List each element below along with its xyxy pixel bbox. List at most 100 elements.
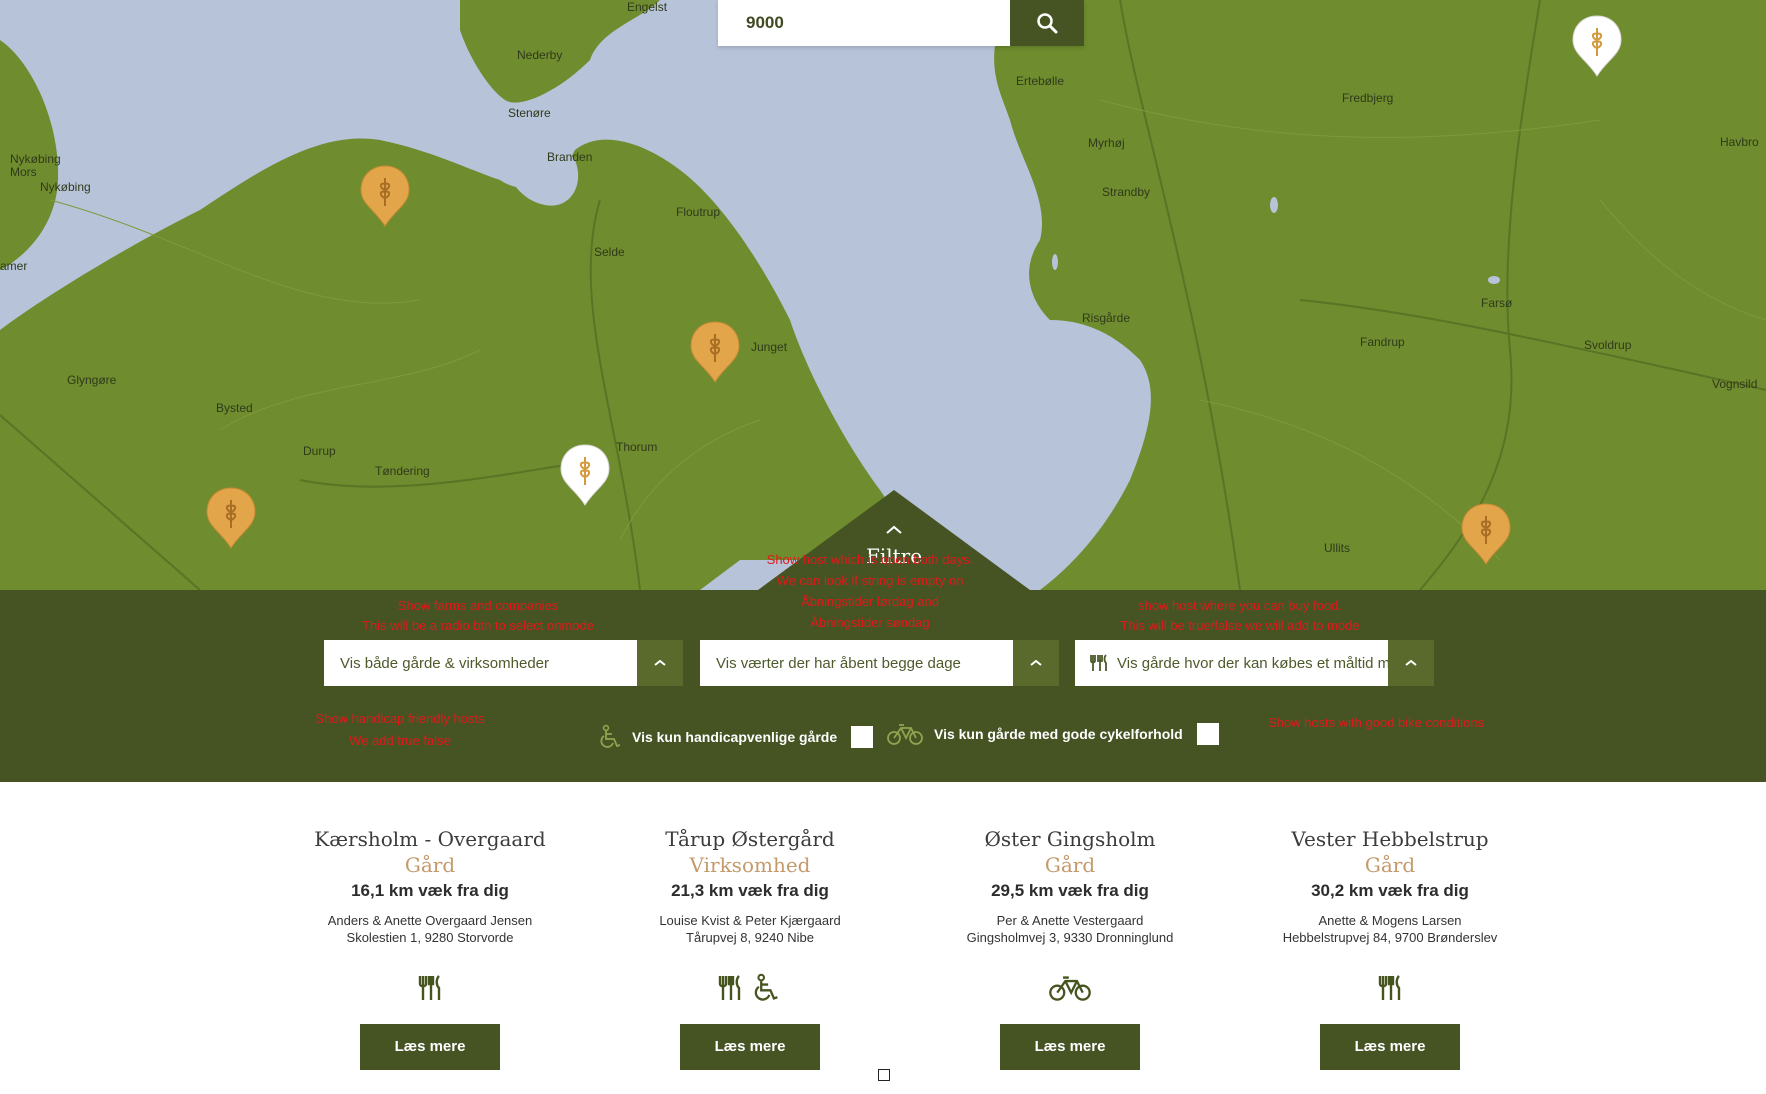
search-bar — [718, 0, 1084, 46]
place-label: Floutrup — [676, 205, 721, 219]
place-label: Nykøbing Mors — [10, 152, 61, 179]
result-address: Gingsholmvej 3, 9330 Dronninglund — [966, 930, 1174, 945]
read-more-button[interactable]: Læs mere — [1000, 1024, 1140, 1070]
cutlery-icon — [418, 975, 441, 1000]
map-pin[interactable] — [355, 162, 415, 232]
place-label: Myrhøj — [1088, 136, 1125, 150]
wheelchair-icon — [754, 973, 778, 1001]
cutlery-icon — [1378, 975, 1401, 1000]
result-address: Hebbelstrupvej 84, 9700 Brønderslev — [1282, 930, 1498, 945]
result-distance: 21,3 km væk fra dig — [671, 881, 829, 900]
annotation-note: This will be true/false we will add to m… — [1120, 618, 1360, 633]
place-label: Stenøre — [508, 106, 551, 120]
result-owner: Per & Anette Vestergaard — [996, 913, 1144, 928]
cutlery-icon — [1090, 654, 1107, 671]
result-name: Øster Gingsholm — [984, 827, 1156, 851]
select-open-days[interactable]: Vis værter der har åbent begge dage — [700, 640, 1059, 686]
result-type: Gård — [404, 853, 456, 877]
result-distance: 16,1 km væk fra dig — [351, 881, 509, 900]
place-label: Junget — [751, 340, 788, 354]
search-icon — [1037, 13, 1058, 34]
select-food-toggle[interactable] — [1388, 640, 1434, 686]
place-label: Risgårde — [1082, 311, 1131, 325]
search-input[interactable] — [718, 0, 1010, 46]
place-label: Ullits — [1324, 541, 1350, 555]
place-label: Branden — [547, 150, 593, 164]
annotation-note: Åbningstider søndag — [810, 615, 930, 630]
map-pin[interactable] — [685, 318, 745, 388]
select-food[interactable]: Vis gårde hvor der kan købes et måltid m… — [1075, 640, 1434, 686]
annotation-note: We can look if string is empty on — [776, 573, 964, 588]
result-card: Kærsholm - Overgaard Gård 16,1 km væk fr… — [280, 826, 580, 1070]
annotation-note: Show hosts with good bike conditions — [1267, 715, 1485, 730]
result-icons — [920, 968, 1220, 1008]
result-card: Øster Gingsholm Gård 29,5 km væk fra dig… — [920, 826, 1220, 1070]
place-label: amer — [0, 259, 28, 273]
bike-filter: Vis kun gårde med gode cykelforhold — [886, 722, 1219, 746]
annotation-note: Show host which is open both days. — [766, 552, 974, 567]
bike-filter-label: Vis kun gårde med gode cykelforhold — [934, 726, 1183, 742]
result-owner: Anders & Anette Overgaard Jensen — [327, 913, 533, 928]
read-more-button[interactable]: Læs mere — [1320, 1024, 1460, 1070]
map[interactable]: Engelst Nederby Stenøre Branden Nykøbing… — [0, 0, 1766, 590]
result-distance: 29,5 km væk fra dig — [991, 881, 1149, 900]
annotation-note: Show handicap friendly hosts — [315, 711, 485, 726]
select-host-type-value: Vis både gårde & virksomheder — [340, 654, 550, 672]
result-address: Skolestien 1, 9280 Storvorde — [346, 930, 514, 945]
place-label: Svoldrup — [1584, 338, 1632, 352]
result-card: Tårup Østergård Virksomhed 21,3 km væk f… — [600, 826, 900, 1070]
result-icons — [600, 968, 900, 1008]
bike-checkbox[interactable] — [1196, 723, 1219, 745]
handicap-filter: Vis kun handicapvenlige gårde — [598, 724, 874, 750]
result-distance: 30,2 km væk fra dig — [1311, 881, 1469, 900]
map-pin[interactable] — [201, 484, 261, 554]
annotation-note: We add true false — [349, 733, 451, 748]
place-label: Tøndering — [375, 464, 430, 478]
search-button[interactable] — [1010, 0, 1084, 46]
map-pin[interactable] — [1456, 500, 1516, 570]
read-more-button[interactable]: Læs mere — [680, 1024, 820, 1070]
map-pin[interactable] — [555, 441, 615, 511]
place-label: Durup — [303, 444, 336, 458]
place-label: Bysted — [216, 401, 253, 415]
place-label: Fredbjerg — [1342, 91, 1394, 105]
handicap-filter-label: Vis kun handicapvenlige gårde — [632, 729, 838, 745]
annotation-note: This will be a radio btn to select onmod… — [362, 618, 594, 633]
cutlery-icon — [718, 975, 741, 1000]
bicycle-icon — [1049, 976, 1091, 1001]
place-label: Ertebølle — [1016, 74, 1065, 88]
chevron-up-icon — [1405, 659, 1417, 666]
result-name: Kærsholm - Overgaard — [314, 827, 546, 851]
read-more-button[interactable]: Læs mere — [360, 1024, 500, 1070]
place-label: Nederby — [517, 48, 563, 62]
result-owner: Louise Kvist & Peter Kjærgaard — [659, 913, 841, 928]
place-label: Farsø — [1481, 296, 1513, 310]
bicycle-icon — [887, 724, 923, 745]
place-label: Thorum — [616, 440, 658, 454]
place-label: Selde — [594, 245, 625, 259]
select-host-type-toggle[interactable] — [637, 640, 683, 686]
result-owner: Anette & Mogens Larsen — [1318, 913, 1462, 928]
map-pin[interactable] — [1567, 12, 1627, 82]
result-type: Virksomhed — [689, 853, 811, 877]
result-address: Tårupvej 8, 9240 Nibe — [686, 930, 814, 945]
page-indicator[interactable] — [878, 1069, 890, 1081]
place-label: Strandby — [1102, 185, 1151, 199]
result-icons — [1240, 968, 1540, 1008]
select-food-value: Vis gårde hvor der kan købes et måltid m… — [1117, 654, 1388, 672]
chevron-up-icon — [654, 659, 666, 666]
place-label: Fandrup — [1360, 335, 1405, 349]
result-type: Gård — [1364, 853, 1416, 877]
select-open-days-toggle[interactable] — [1013, 640, 1059, 686]
place-label: Havbro — [1720, 135, 1759, 149]
wheelchair-icon — [600, 724, 621, 748]
result-name: Vester Hebbelstrup — [1291, 827, 1489, 851]
place-label: Vognsild — [1712, 377, 1758, 391]
annotation-note: show host where you can buy food. — [1138, 598, 1342, 613]
place-label: Nykøbing — [40, 180, 91, 194]
annotation-note: Show farms and companies — [397, 598, 559, 613]
place-label: Glyngøre — [67, 373, 117, 387]
handicap-checkbox[interactable] — [851, 726, 874, 748]
annotation-note: Åbningstider lørdag and — [800, 594, 940, 609]
select-host-type[interactable]: Vis både gårde & virksomheder — [324, 640, 683, 686]
